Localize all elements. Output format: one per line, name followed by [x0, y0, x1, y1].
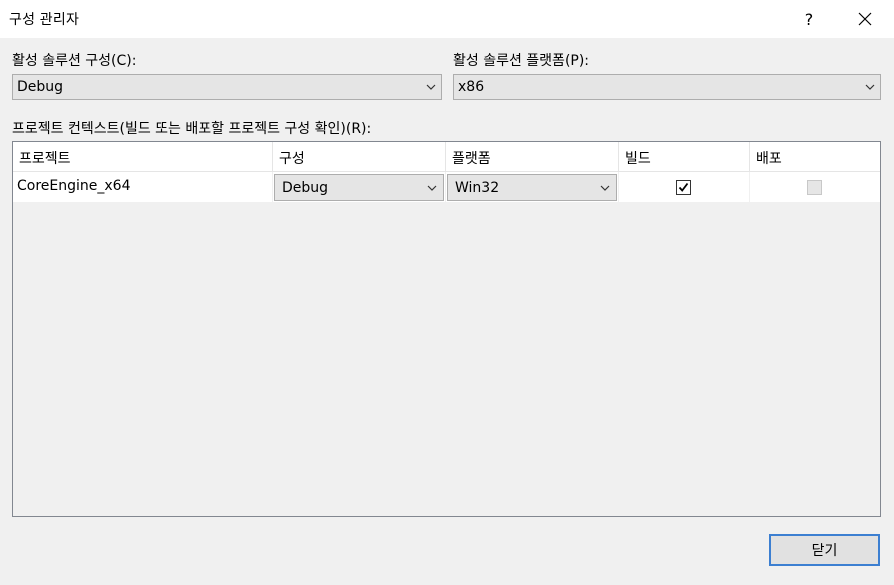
configuration-manager-dialog: 구성 관리자 ? 활성 솔루션 구성(C): Debug 활성 솔루션 플랫폼(… [0, 0, 894, 585]
active-config-value: Debug [17, 79, 64, 95]
column-header-project[interactable]: 프로젝트 [13, 142, 273, 172]
active-config-label: 활성 솔루션 구성(C): [12, 53, 137, 69]
column-header-label: 구성 [279, 151, 305, 167]
row-configuration-value: Debug [282, 180, 329, 196]
column-header-platform[interactable]: 플랫폼 [446, 142, 619, 172]
column-header-label: 빌드 [625, 151, 651, 167]
window-title: 구성 관리자 [9, 12, 80, 28]
chevron-down-icon [426, 84, 436, 90]
close-button[interactable]: 닫기 [769, 534, 880, 566]
column-header-label: 배포 [756, 151, 782, 167]
project-contexts-grid[interactable]: 프로젝트 구성 플랫폼 빌드 배포 CoreEngine_x64 Debug W… [12, 141, 881, 517]
build-checkbox[interactable] [676, 180, 691, 195]
project-name: CoreEngine_x64 [17, 178, 131, 194]
column-header-label: 플랫폼 [452, 151, 491, 167]
active-platform-label: 활성 솔루션 플랫폼(P): [453, 53, 590, 69]
help-button[interactable]: ? [784, 0, 834, 38]
row-platform-dropdown[interactable]: Win32 [447, 174, 617, 201]
help-icon: ? [804, 9, 814, 29]
close-window-button[interactable] [840, 0, 890, 38]
project-contexts-label: 프로젝트 컨텍스트(빌드 또는 배포할 프로젝트 구성 확인)(R): [12, 121, 372, 137]
chevron-down-icon [865, 84, 875, 90]
active-platform-dropdown[interactable]: x86 [453, 74, 881, 100]
chevron-down-icon [427, 185, 437, 191]
active-config-dropdown[interactable]: Debug [12, 74, 442, 100]
row-platform-value: Win32 [455, 180, 500, 196]
deploy-checkbox [807, 180, 822, 195]
column-header-configuration[interactable]: 구성 [273, 142, 446, 172]
project-cell[interactable]: CoreEngine_x64 [13, 172, 273, 202]
checkmark-icon [678, 182, 689, 192]
active-platform-value: x86 [458, 79, 485, 95]
row-configuration-dropdown[interactable]: Debug [274, 174, 444, 201]
column-header-deploy[interactable]: 배포 [750, 142, 880, 172]
title-bar: 구성 관리자 ? [0, 0, 894, 38]
chevron-down-icon [600, 185, 610, 191]
column-header-build[interactable]: 빌드 [619, 142, 750, 172]
column-header-label: 프로젝트 [19, 151, 71, 167]
close-icon [858, 12, 872, 26]
